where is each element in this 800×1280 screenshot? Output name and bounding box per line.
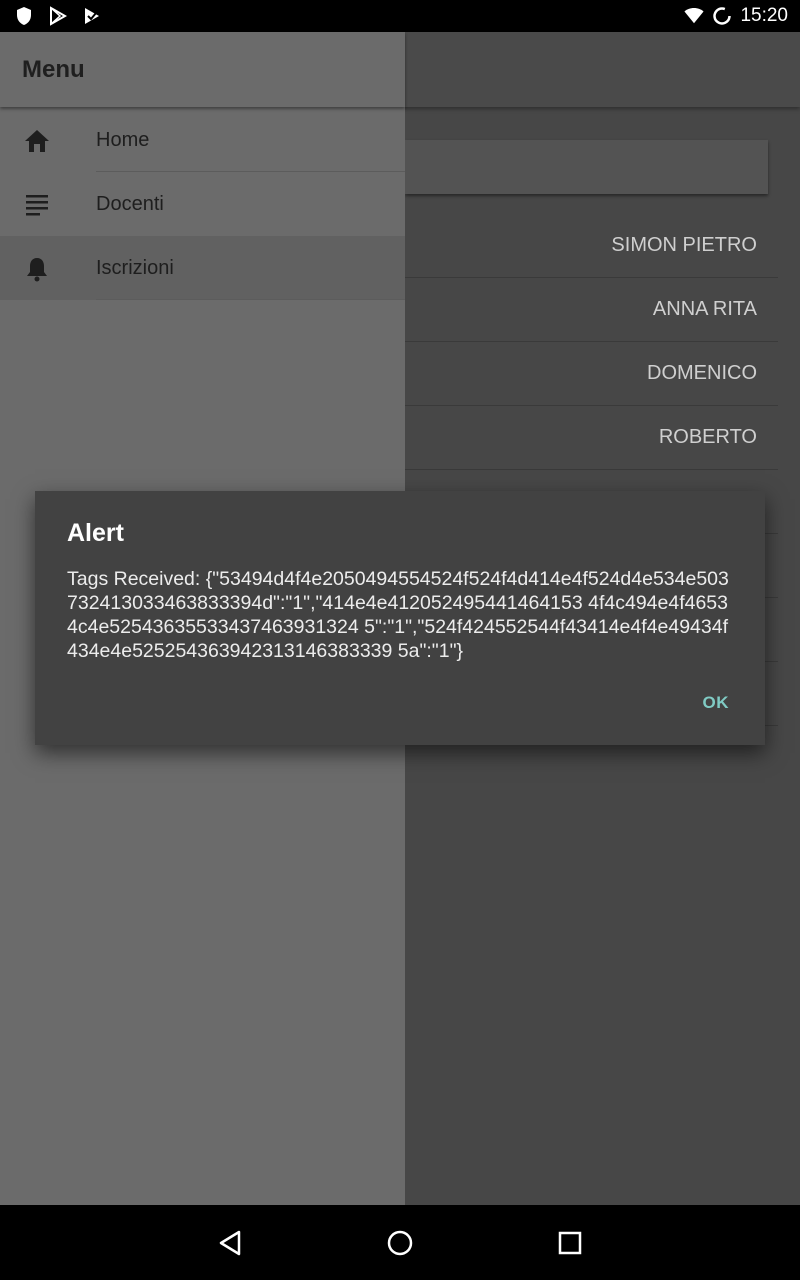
search-field[interactable] — [405, 140, 768, 194]
status-right-icons: 15:20 — [684, 5, 788, 27]
dialog-title: Alert — [67, 519, 124, 547]
list-item[interactable]: SIMON PIETRO — [405, 214, 778, 278]
sync-icon — [712, 6, 732, 26]
drawer-item-home[interactable]: Home — [0, 108, 405, 172]
drawer-item-iscrizioni[interactable]: Iscrizioni — [0, 236, 405, 300]
status-time: 15:20 — [740, 5, 788, 26]
home-icon — [24, 128, 50, 154]
shield-icon — [14, 6, 34, 26]
status-left-icons — [14, 6, 102, 26]
drawer-item-docenti[interactable]: Docenti — [0, 172, 405, 236]
status-bar: 15:20 — [0, 0, 800, 32]
list-icon — [24, 192, 50, 218]
ok-button[interactable]: OK — [703, 693, 730, 713]
alert-dialog: Alert Tags Received: {"53494d4f4e2050494… — [35, 491, 765, 745]
dialog-message: Tags Received: {"53494d4f4e2050494554524… — [67, 568, 729, 662]
drawer-item-label: Iscrizioni — [96, 256, 174, 279]
drawer-header: Menu — [0, 32, 405, 107]
back-button[interactable] — [214, 1227, 246, 1259]
home-button[interactable] — [384, 1227, 416, 1259]
list-item[interactable]: ROBERTO — [405, 406, 778, 470]
divider — [96, 299, 405, 300]
list-item[interactable]: ANNA RITA — [405, 278, 778, 342]
drawer-menu: Home Docenti Iscrizioni — [0, 107, 405, 300]
home-circle-icon — [387, 1230, 413, 1256]
bell-icon — [24, 256, 50, 282]
back-icon — [219, 1230, 241, 1256]
wifi-icon — [684, 6, 704, 26]
list-item[interactable]: DOMENICO — [405, 342, 778, 406]
recents-button[interactable] — [554, 1227, 586, 1259]
drawer-title: Menu — [22, 55, 85, 83]
play-store-check-icon — [82, 6, 102, 26]
navigation-bar — [0, 1205, 800, 1280]
recents-icon — [558, 1231, 582, 1255]
play-store-icon — [48, 6, 68, 26]
drawer-item-label: Docenti — [96, 192, 164, 215]
drawer-item-label: Home — [96, 128, 150, 151]
